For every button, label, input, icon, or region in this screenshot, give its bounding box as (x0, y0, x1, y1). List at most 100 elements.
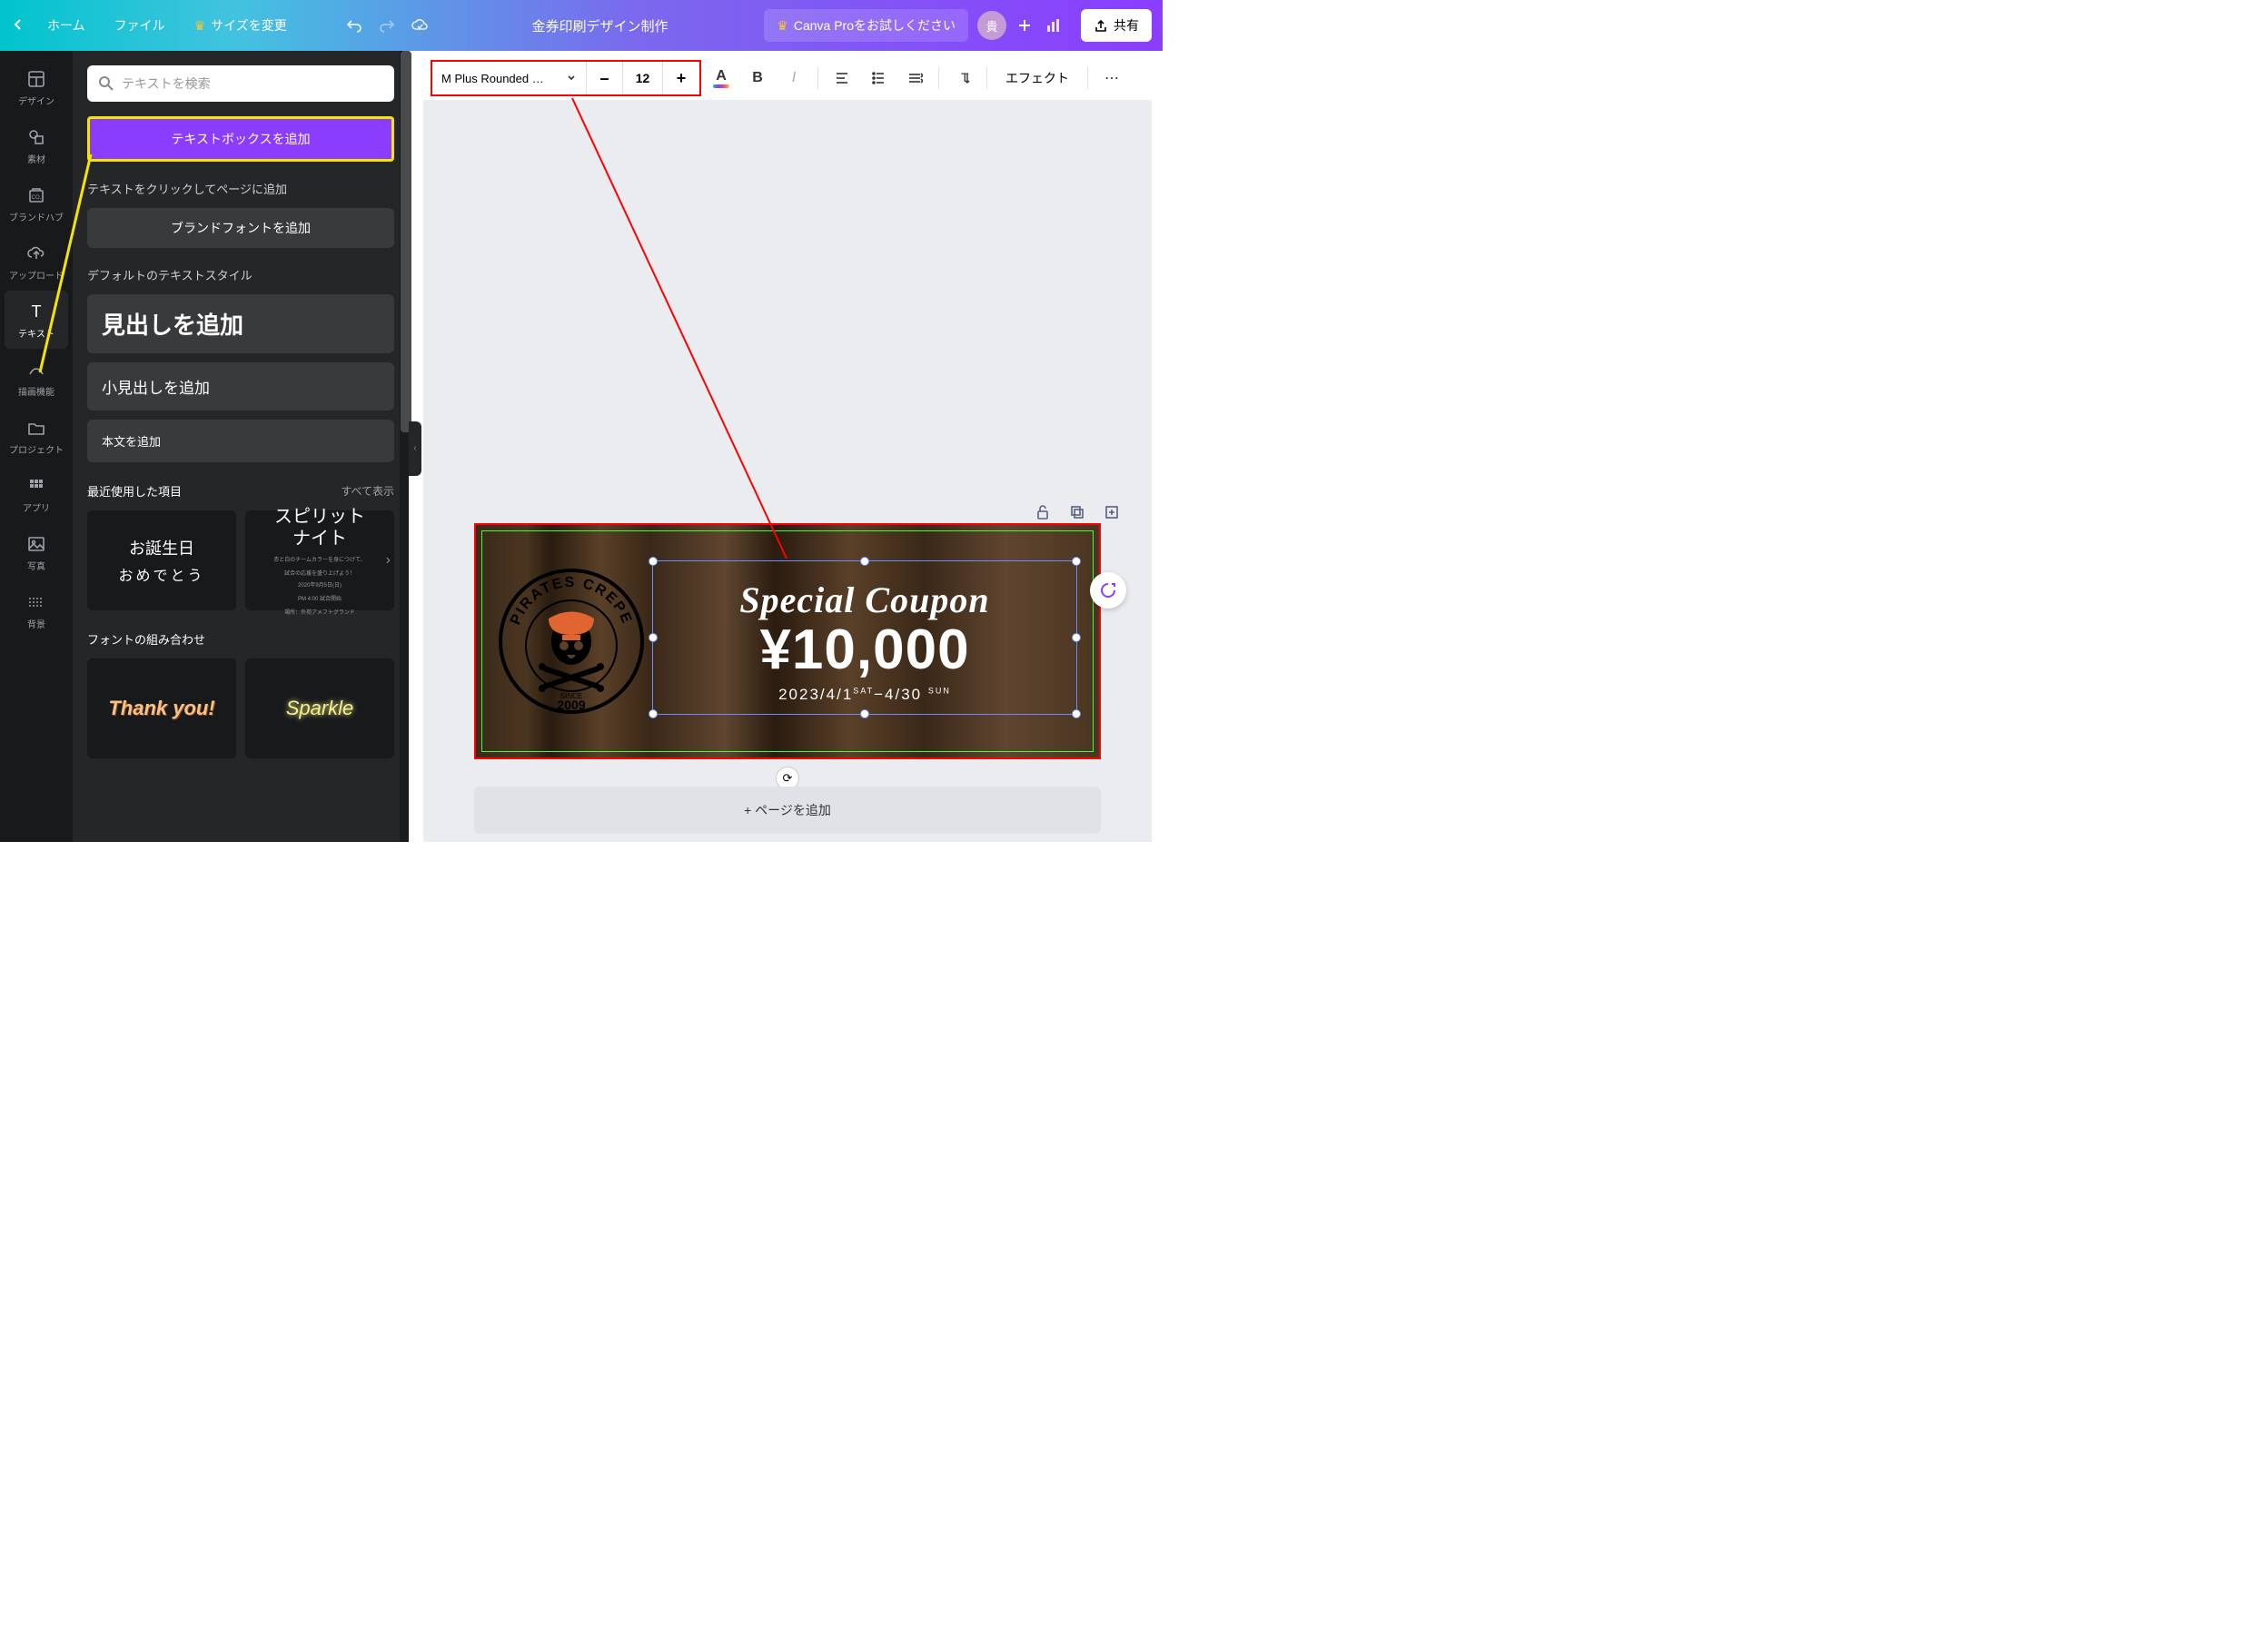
share-button[interactable]: 共有 (1081, 9, 1152, 42)
templates-icon (25, 68, 47, 90)
text-panel: テキストボックスを追加 テキストをクリックしてページに追加 ブランドフォントを追… (73, 51, 409, 842)
rail-apps[interactable]: アプリ (5, 465, 68, 523)
rail-draw[interactable]: 描画機能 (5, 349, 68, 407)
pirates-logo[interactable]: PIRATES CREPE SINCE 2009 (494, 564, 649, 718)
canvas[interactable]: PIRATES CREPE SINCE 2009 (423, 100, 1152, 842)
list-button[interactable] (862, 62, 895, 94)
vertical-text-button[interactable]: T (946, 62, 979, 94)
add-subheading-button[interactable]: 小見出しを追加 (87, 362, 394, 411)
spacing-button[interactable] (898, 62, 931, 94)
rail-text[interactable]: T テキスト (5, 291, 68, 349)
search-input[interactable] (122, 76, 383, 91)
rail-elements[interactable]: 素材 (5, 116, 68, 174)
chevron-right-icon[interactable]: › (386, 552, 391, 569)
thumb-text: お誕生日 (129, 536, 194, 559)
try-pro-label: Canva Proをお試しください (794, 16, 956, 35)
combos-label: フォントの組み合わせ (87, 630, 205, 648)
rail-design-label: デザイン (18, 94, 54, 107)
cloud-sync-icon[interactable] (403, 9, 436, 42)
app-header: ホーム ファイル ♛ サイズを変更 金券印刷デザイン制作 ♛ Canva Pro… (0, 0, 1163, 51)
image-icon (25, 533, 47, 555)
align-button[interactable] (826, 62, 858, 94)
see-all-recent[interactable]: すべて表示 (341, 483, 394, 499)
add-body-button[interactable]: 本文を追加 (87, 420, 394, 462)
duplicate-icon[interactable] (1065, 500, 1090, 525)
page-actions (1030, 500, 1124, 525)
chevron-down-icon (566, 73, 577, 84)
add-member-icon[interactable] (1012, 13, 1037, 38)
add-heading-button[interactable]: 見出しを追加 (87, 294, 394, 353)
rail-brand[interactable]: CO. ブランドハブ (5, 174, 68, 233)
rail-background[interactable]: 背景 (5, 581, 68, 639)
rail-photos[interactable]: 写真 (5, 523, 68, 581)
thumb-text: 試合の応援を盛り上げよう！ (284, 569, 355, 577)
add-page-icon[interactable] (1099, 500, 1124, 525)
upload-icon (25, 242, 47, 264)
rail-brand-label: ブランドハブ (9, 210, 64, 223)
avatar[interactable]: 貴 (977, 11, 1006, 40)
recent-label: 最近使用した項目 (87, 482, 182, 500)
file-menu[interactable]: ファイル (100, 16, 180, 35)
collapse-panel-icon[interactable]: ‹ (409, 421, 421, 476)
crown-icon: ♛ (777, 18, 788, 34)
text-color-button[interactable]: A (705, 62, 738, 94)
recent-item-birthday[interactable]: お誕生日 おめでとう (87, 510, 236, 610)
italic-button[interactable]: I (777, 62, 810, 94)
selection-box (652, 560, 1077, 715)
lock-icon[interactable] (1030, 500, 1055, 525)
combo-sparkle[interactable]: Sparkle (245, 658, 394, 758)
add-textbox-button[interactable]: テキストボックスを追加 (87, 116, 394, 162)
coupon-text-group[interactable]: Special Coupon ¥10,000 2023/4/1SAT−4/30 … (649, 579, 1081, 704)
rail-background-label: 背景 (27, 617, 45, 630)
try-pro-button[interactable]: ♛ Canva Proをお試しください (764, 9, 968, 42)
document-title[interactable]: 金券印刷デザイン制作 (436, 16, 765, 35)
add-page-button[interactable]: + ページを追加 (474, 787, 1101, 834)
effects-button[interactable]: エフェクト (995, 69, 1080, 87)
redo-icon[interactable] (371, 9, 403, 42)
text-toolbar: M Plus Rounded … – 12 + A B I T エフェクト ⋯ (423, 58, 1152, 98)
rail-upload[interactable]: アップロード (5, 233, 68, 291)
apps-icon (25, 475, 47, 497)
rail-design[interactable]: デザイン (5, 58, 68, 116)
thumb-text: 場所：外苑アメフトグランド (284, 608, 355, 616)
thumb-text: おめでとう (118, 563, 204, 585)
font-name-label: M Plus Rounded … (441, 72, 544, 85)
font-size-increase[interactable]: + (663, 62, 699, 94)
rail-text-label: テキスト (18, 326, 54, 340)
thumb-text: Thank you! (108, 699, 214, 718)
rail-projects[interactable]: プロジェクト (5, 407, 68, 465)
text-icon: T (25, 301, 47, 322)
insights-icon[interactable] (1037, 9, 1070, 42)
bold-button[interactable]: B (741, 62, 774, 94)
recent-item-spirit[interactable]: スピリット ナイト 赤と白のチームカラーを身につけて、 試合の応援を盛り上げよう… (245, 510, 394, 610)
brand-fonts-button[interactable]: ブランドフォントを追加 (87, 208, 394, 248)
rail-upload-label: アップロード (9, 268, 64, 282)
click-hint: テキストをクリックしてページに追加 (87, 180, 394, 197)
rail-draw-label: 描画機能 (18, 384, 54, 398)
home-link[interactable]: ホーム (33, 16, 100, 35)
combo-thankyou[interactable]: Thank you! (87, 658, 236, 758)
font-family-select[interactable]: M Plus Rounded … (432, 62, 587, 94)
resize-button[interactable]: ♛ サイズを変更 (180, 16, 302, 35)
background-icon (25, 591, 47, 613)
design-page[interactable]: PIRATES CREPE SINCE 2009 (474, 523, 1101, 759)
ai-fab-icon[interactable] (1090, 572, 1126, 609)
panel-scrollbar[interactable] (400, 51, 409, 842)
font-size-input[interactable]: 12 (623, 62, 663, 94)
shapes-icon (25, 126, 47, 148)
font-size-decrease[interactable]: – (587, 62, 623, 94)
thumb-text: 2020年9月5日(日) (298, 580, 342, 589)
more-icon[interactable]: ⋯ (1095, 62, 1128, 94)
draw-icon (25, 359, 47, 381)
rail-projects-label: プロジェクト (9, 442, 64, 456)
search-box[interactable] (87, 65, 394, 102)
font-controls-highlight: M Plus Rounded … – 12 + (431, 60, 701, 96)
back-icon[interactable] (11, 17, 33, 35)
thumb-text: Sparkle (286, 697, 354, 720)
thumb-text: スピリット ナイト (274, 506, 365, 549)
undo-icon[interactable] (338, 9, 371, 42)
share-label: 共有 (1114, 16, 1139, 35)
rail-photos-label: 写真 (27, 559, 45, 572)
thumb-text: PM 4:00 試合開始 (298, 594, 342, 602)
search-icon (98, 75, 114, 92)
